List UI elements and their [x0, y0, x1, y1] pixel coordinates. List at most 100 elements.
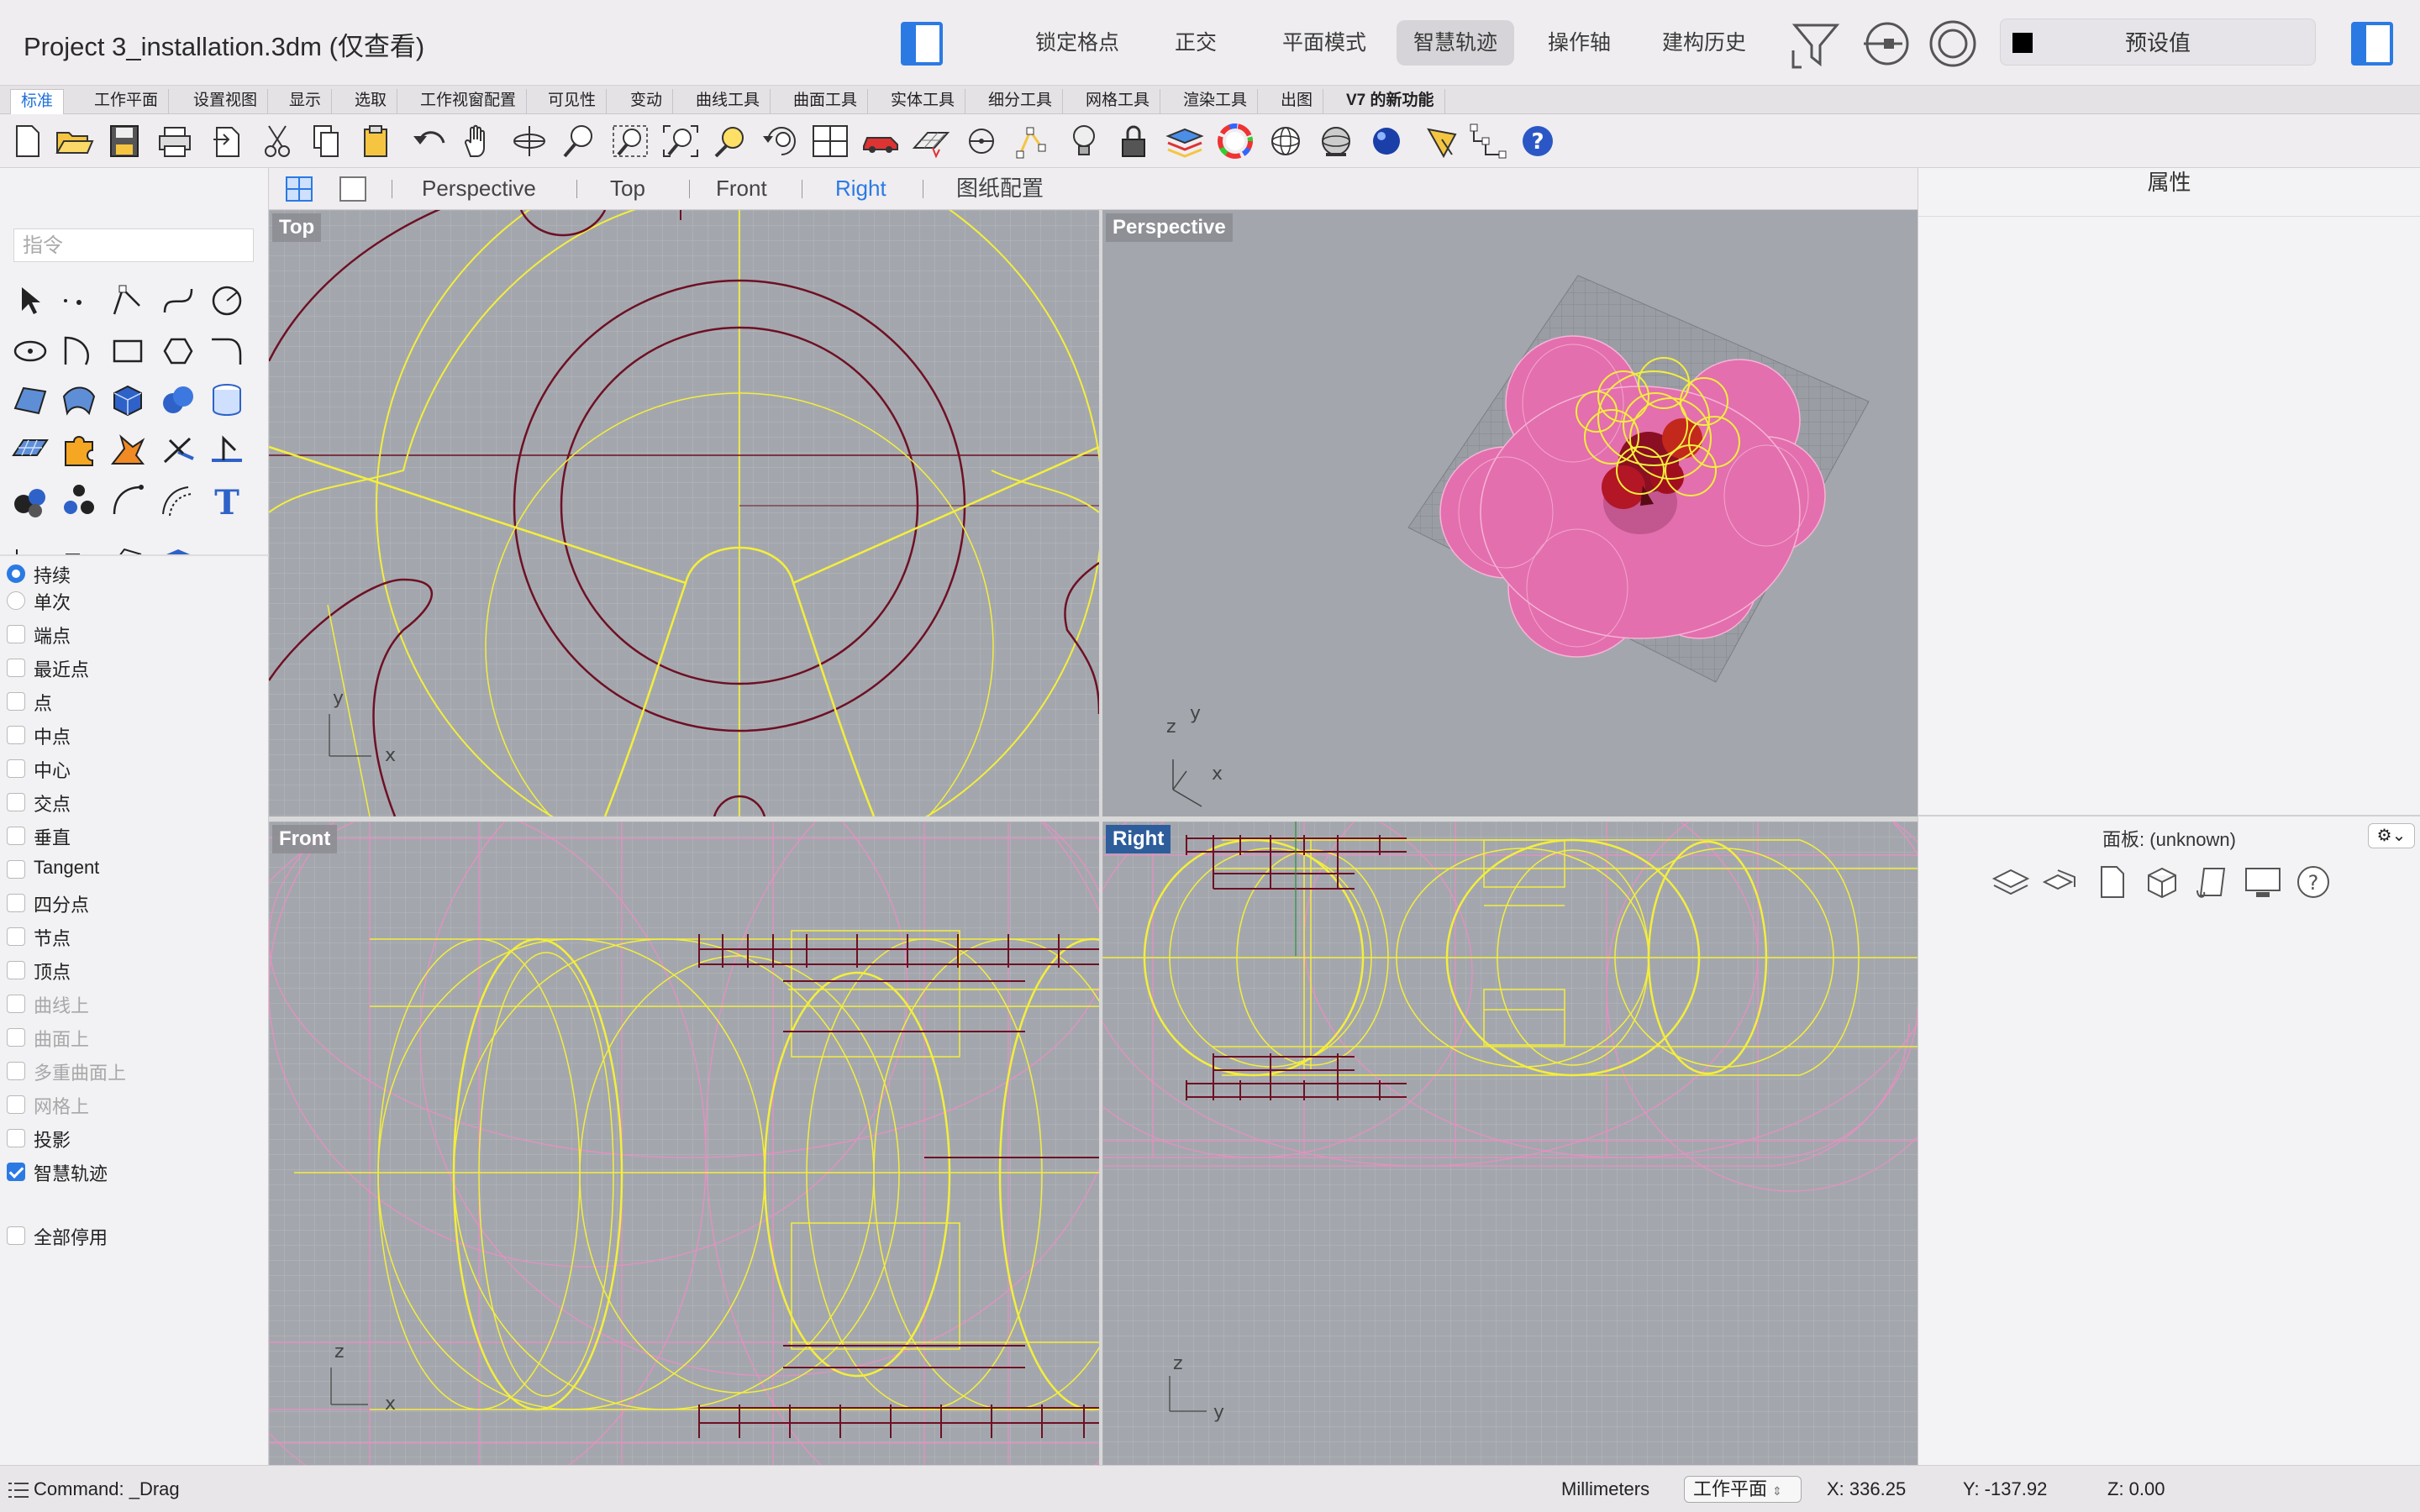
checkbox[interactable]	[7, 860, 25, 879]
select-arrow-icon[interactable]	[10, 281, 50, 321]
point-tool-icon[interactable]	[59, 281, 99, 321]
radio-indicator[interactable]	[7, 564, 25, 583]
help-icon[interactable]: ?	[1518, 123, 1558, 160]
checkbox-checked[interactable]	[7, 1163, 25, 1181]
pan-hand-icon[interactable]	[459, 123, 499, 160]
color-wheel-icon[interactable]	[1215, 123, 1255, 160]
polyline-tool-icon[interactable]	[108, 281, 148, 321]
tab-display[interactable]: 显示	[279, 89, 333, 114]
checkbox[interactable]	[7, 1129, 25, 1147]
checkbox[interactable]	[7, 1226, 25, 1245]
four-viewport-layout-icon[interactable]	[286, 176, 313, 202]
viewport-label-top[interactable]: Top	[272, 213, 322, 242]
layers-icon[interactable]	[1165, 123, 1205, 160]
tab-whats-new-v7[interactable]: V7 的新功能	[1336, 89, 1445, 114]
surface-from-points-icon[interactable]	[10, 380, 50, 420]
four-viewports-icon[interactable]	[810, 123, 850, 160]
text-tool-icon[interactable]: T	[207, 480, 247, 521]
osnap-project[interactable]: 投影	[7, 1126, 71, 1151]
shaded-sphere-icon[interactable]	[1316, 123, 1356, 160]
plane-snap-icon[interactable]	[207, 430, 247, 470]
zoom-selected-icon[interactable]	[711, 123, 751, 160]
offset-curve-icon[interactable]	[158, 480, 198, 521]
units-label[interactable]: Millimeters	[1561, 1466, 1649, 1512]
panel-gear-menu-icon[interactable]: ⚙⌄	[2368, 823, 2415, 848]
circle-tool-icon[interactable]	[207, 281, 247, 321]
osnap-once-radio[interactable]: 单次	[7, 588, 71, 613]
lock-icon[interactable]	[1114, 123, 1155, 160]
display-preset-select[interactable]: 预设值	[2000, 18, 2316, 66]
tab-render-tools[interactable]: 渲染工具	[1173, 89, 1259, 114]
polygon-tool-icon[interactable]	[158, 331, 198, 371]
viewport-tab-perspective[interactable]: Perspective	[422, 175, 536, 202]
zoom-extents-icon[interactable]	[660, 123, 701, 160]
extrude-surface-icon[interactable]	[59, 380, 99, 420]
layers-panel-icon[interactable]	[1991, 862, 2031, 902]
viewport-right[interactable]: z y Right	[1102, 822, 1918, 1465]
rotate-camera-icon[interactable]	[761, 123, 802, 160]
checkbox[interactable]	[7, 927, 25, 946]
save-icon[interactable]	[104, 123, 145, 160]
print-icon[interactable]	[155, 123, 195, 160]
ellipse-tool-icon[interactable]	[10, 331, 50, 371]
checkbox[interactable]	[7, 894, 25, 912]
grid-snap-button[interactable]: 锁定格点	[1018, 20, 1136, 66]
single-viewport-layout-icon[interactable]	[339, 176, 366, 202]
move-gumball-icon[interactable]	[158, 430, 198, 470]
record-target-icon[interactable]	[1928, 18, 1978, 69]
dimension-tool-icon[interactable]	[10, 529, 50, 554]
osnap-knot[interactable]: 节点	[7, 924, 71, 949]
checkbox[interactable]	[7, 793, 25, 811]
viewport-tab-layout[interactable]: 图纸配置	[956, 175, 1044, 202]
spheres-group-icon[interactable]	[10, 480, 50, 521]
wireframe-sphere-icon[interactable]	[1265, 123, 1306, 160]
mesh-plane-icon[interactable]	[10, 430, 50, 470]
checkbox[interactable]	[7, 692, 25, 711]
tab-drafting[interactable]: 出图	[1270, 89, 1324, 114]
tab-solid-tools[interactable]: 实体工具	[881, 89, 966, 114]
checkbox[interactable]	[7, 827, 25, 845]
osnap-disable-all[interactable]: 全部停用	[7, 1223, 108, 1248]
tab-cplanes[interactable]: 工作平面	[84, 89, 170, 114]
smart-track-button[interactable]: 智慧轨迹	[1397, 20, 1515, 66]
explode-icon[interactable]	[108, 430, 148, 470]
curve-tool-icon[interactable]	[158, 281, 198, 321]
tab-visibility[interactable]: 可见性	[538, 89, 608, 114]
block-tool-icon[interactable]	[158, 529, 198, 554]
cut-icon[interactable]	[257, 123, 297, 160]
display-modes-panel-icon[interactable]	[2041, 862, 2081, 902]
fillet-curve-icon[interactable]	[207, 331, 247, 371]
viewport-label-front[interactable]: Front	[272, 825, 338, 853]
checkbox[interactable]	[7, 659, 25, 677]
tab-subd-tools[interactable]: 细分工具	[978, 89, 1064, 114]
document-panel-icon[interactable]	[2091, 862, 2132, 902]
copy-icon[interactable]	[306, 123, 346, 160]
osnap-center[interactable]: 中心	[7, 756, 71, 781]
puzzle-icon[interactable]	[59, 430, 99, 470]
car-icon[interactable]	[860, 123, 901, 160]
viewport-tab-front[interactable]: Front	[716, 175, 767, 202]
box-object-panel-icon[interactable]	[2142, 862, 2182, 902]
tab-surface-tools[interactable]: 曲面工具	[783, 89, 869, 114]
hatch-tool-icon[interactable]	[108, 529, 148, 554]
radio-indicator[interactable]	[7, 591, 25, 610]
snap-target-icon[interactable]	[963, 123, 1003, 160]
libraries-panel-icon[interactable]	[2192, 862, 2233, 902]
pen-icon[interactable]	[1423, 123, 1464, 160]
osnap-toggle-icon[interactable]	[1862, 20, 1912, 67]
gumball-button[interactable]: 操作轴	[1531, 20, 1628, 66]
box-solid-icon[interactable]	[108, 380, 148, 420]
viewport-top[interactable]: y x Top	[269, 210, 1099, 816]
osnap-tangent[interactable]: Tangent	[7, 857, 99, 882]
light-bulb-icon[interactable]	[1064, 123, 1104, 160]
osnap-end[interactable]: 端点	[7, 622, 71, 647]
osnap-midpoint[interactable]: 中点	[7, 722, 71, 748]
viewport-label-perspective[interactable]: Perspective	[1106, 213, 1233, 242]
rendered-sphere-icon[interactable]	[1366, 123, 1407, 160]
osnap-persistent-radio[interactable]: 持续	[7, 561, 71, 586]
tab-viewport-layout[interactable]: 工作视窗配置	[410, 89, 528, 114]
group-icon[interactable]	[59, 480, 99, 521]
new-file-icon[interactable]	[7, 123, 47, 160]
tab-select[interactable]: 选取	[345, 89, 398, 114]
panel-splitter[interactable]	[1918, 815, 2420, 816]
